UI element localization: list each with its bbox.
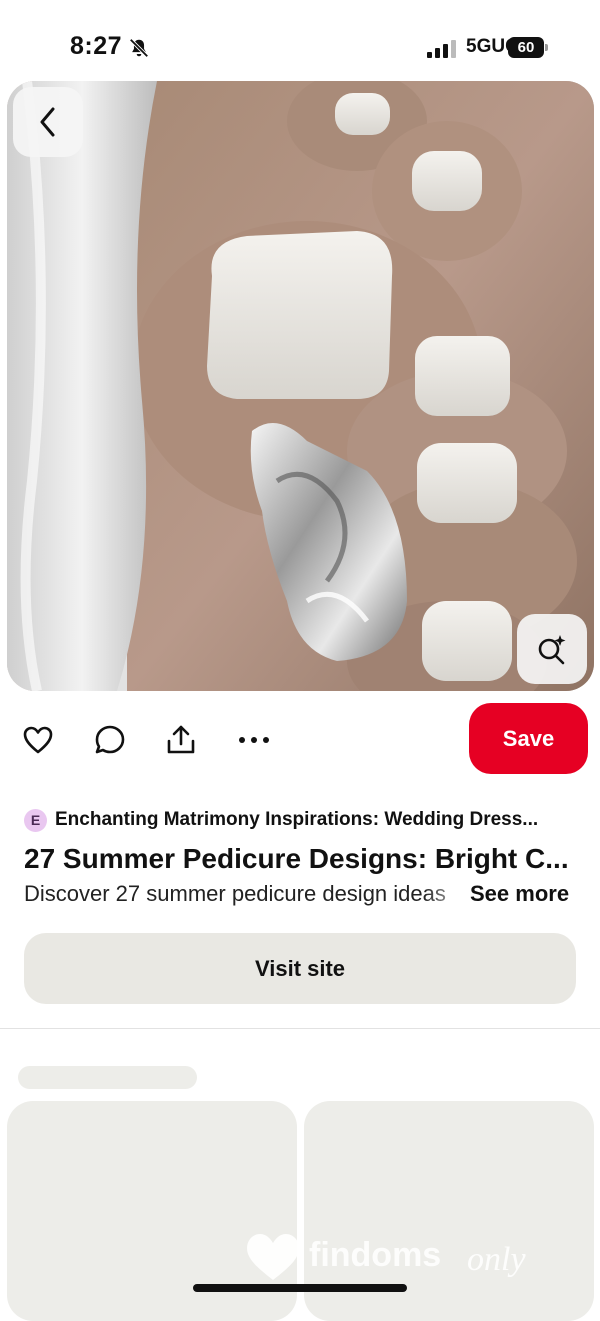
back-button[interactable]: [13, 87, 83, 157]
watermark-script: only: [467, 1241, 526, 1278]
status-bar: 8:27 5GUC 60: [0, 0, 600, 80]
see-more-link[interactable]: See more: [470, 881, 569, 907]
pin-description: Discover 27 summer pedicure design ideas: [24, 881, 446, 906]
share-icon: [167, 725, 195, 754]
comment-icon: [95, 725, 125, 754]
section-divider: [0, 1028, 600, 1029]
status-time: 8:27: [70, 32, 123, 60]
save-button[interactable]: Save: [469, 703, 588, 774]
more-icon: [239, 737, 269, 743]
battery-icon: 60: [508, 37, 548, 59]
signal-icon: [427, 40, 456, 58]
lens-search-icon: [538, 635, 566, 665]
home-indicator[interactable]: [193, 1284, 407, 1292]
battery-level: 60: [508, 37, 544, 58]
loading-placeholder-title: [18, 1066, 197, 1089]
more-options-button[interactable]: [237, 723, 271, 757]
pin-actions: Save: [0, 703, 600, 775]
board-link[interactable]: E Enchanting Matrimony Inspirations: Wed…: [24, 808, 538, 832]
pin-description-row: Discover 27 summer pedicure design ideas…: [24, 881, 580, 911]
comment-button[interactable]: [93, 723, 127, 757]
findoms-only-watermark: findoms only: [247, 1234, 526, 1280]
bell-muted-icon: [129, 38, 149, 58]
board-name: Enchanting Matrimony Inspirations: Weddi…: [55, 809, 539, 830]
pin-image[interactable]: [7, 81, 594, 691]
visit-site-button[interactable]: Visit site: [24, 933, 576, 1004]
board-avatar: E: [24, 808, 47, 832]
visual-search-button[interactable]: [517, 614, 587, 684]
heart-icon: [23, 726, 53, 754]
pin-title: 27 Summer Pedicure Designs: Bright C...: [24, 843, 569, 874]
chevron-left-icon: [40, 107, 55, 137]
share-button[interactable]: [164, 723, 198, 757]
toe-ring-pedicure-image: [7, 81, 594, 691]
watermark-brand: findoms: [309, 1236, 441, 1274]
like-button[interactable]: [21, 723, 55, 757]
